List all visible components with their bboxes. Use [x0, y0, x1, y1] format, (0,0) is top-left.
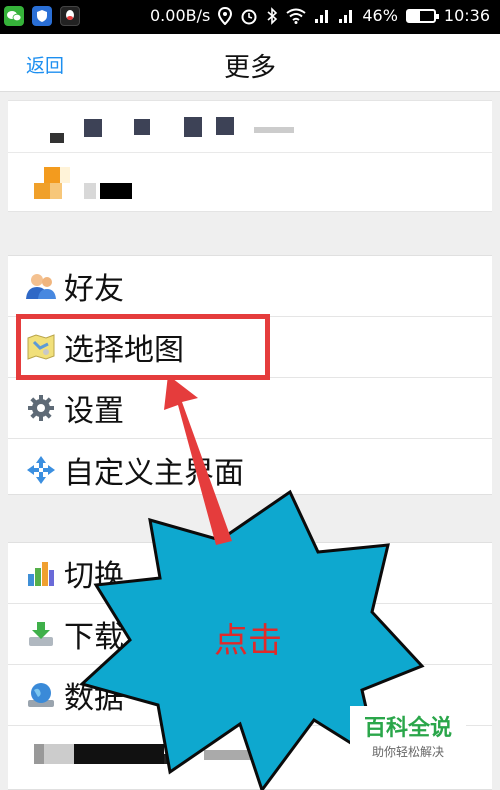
- system-status: 0.00B/s 46% 10:36: [150, 6, 490, 25]
- menu-item-label: 好友: [64, 272, 124, 307]
- notification-icons: [4, 6, 80, 26]
- mosaic-block: [164, 754, 184, 764]
- menu-item-label: 设置: [64, 394, 124, 429]
- battery-icon: [405, 8, 439, 23]
- mosaic-block: [44, 744, 74, 764]
- mosaic-block: [44, 167, 60, 183]
- mosaic-block: [34, 744, 44, 764]
- wifi-icon: [286, 8, 306, 24]
- mosaic-block: [34, 183, 50, 199]
- mosaic-block: [50, 183, 62, 199]
- bluetooth-icon: [267, 6, 278, 25]
- mosaic-block: [74, 744, 164, 764]
- battery-percent: 46%: [362, 6, 398, 25]
- friends-icon: [24, 269, 58, 303]
- watermark: 百科全说 助你轻松解决: [350, 706, 466, 768]
- menu-group-1: 好友 选择地图 设置 自定义主界面: [8, 255, 492, 495]
- signal-icon: [339, 9, 353, 23]
- location-icon: [218, 6, 233, 25]
- menu-item-label: 自定义主界面: [64, 455, 244, 491]
- page-title: 更多: [223, 53, 276, 83]
- globe-icon: [24, 678, 58, 712]
- download-icon: [24, 617, 58, 651]
- mosaic-block: [84, 183, 96, 199]
- arrows-icon: [24, 453, 58, 487]
- mosaic-block: [254, 127, 294, 133]
- menu-item-settings[interactable]: 设置: [8, 378, 492, 439]
- wechat-icon: [4, 6, 24, 26]
- mosaic-block: [100, 183, 132, 199]
- watermark-title: 百科全说: [363, 716, 452, 741]
- nav-bar: 返回 更多: [0, 34, 500, 92]
- mosaic-block: [204, 750, 254, 760]
- gear-icon: [24, 391, 58, 425]
- bar-chart-icon: [24, 556, 58, 590]
- mosaic-block: [216, 117, 234, 135]
- signal-icon: [315, 9, 329, 23]
- menu-item-label: 选择地图: [64, 333, 184, 368]
- status-bar: 0.00B/s 46% 10:36: [0, 0, 500, 34]
- mosaic-block: [84, 119, 102, 137]
- network-speed: 0.00B/s: [150, 6, 211, 25]
- map-icon: [24, 330, 58, 364]
- battery-level: [407, 10, 420, 21]
- qq-icon: [60, 6, 80, 26]
- user-card[interactable]: [8, 100, 492, 212]
- menu-item-label: 数据: [64, 681, 124, 716]
- click-label: 点击: [214, 621, 282, 661]
- menu-item-label: 下载: [64, 620, 124, 655]
- mosaic-block: [184, 117, 202, 137]
- shield-icon: [32, 6, 52, 26]
- menu-item-select-map[interactable]: 选择地图: [8, 317, 492, 378]
- clock: 10:36: [443, 6, 490, 25]
- divider: [8, 152, 492, 153]
- watermark-subtitle: 助你轻松解决: [371, 745, 444, 759]
- menu-item-switch[interactable]: 切换: [8, 543, 492, 604]
- mosaic-block: [134, 119, 150, 135]
- mosaic-block: [60, 167, 70, 183]
- mosaic-block: [50, 133, 64, 143]
- menu-item-friends[interactable]: 好友: [8, 256, 492, 317]
- menu-item-customize-home[interactable]: 自定义主界面: [8, 439, 492, 500]
- alarm-icon: [241, 9, 257, 24]
- menu-item-label: 切换: [64, 559, 124, 594]
